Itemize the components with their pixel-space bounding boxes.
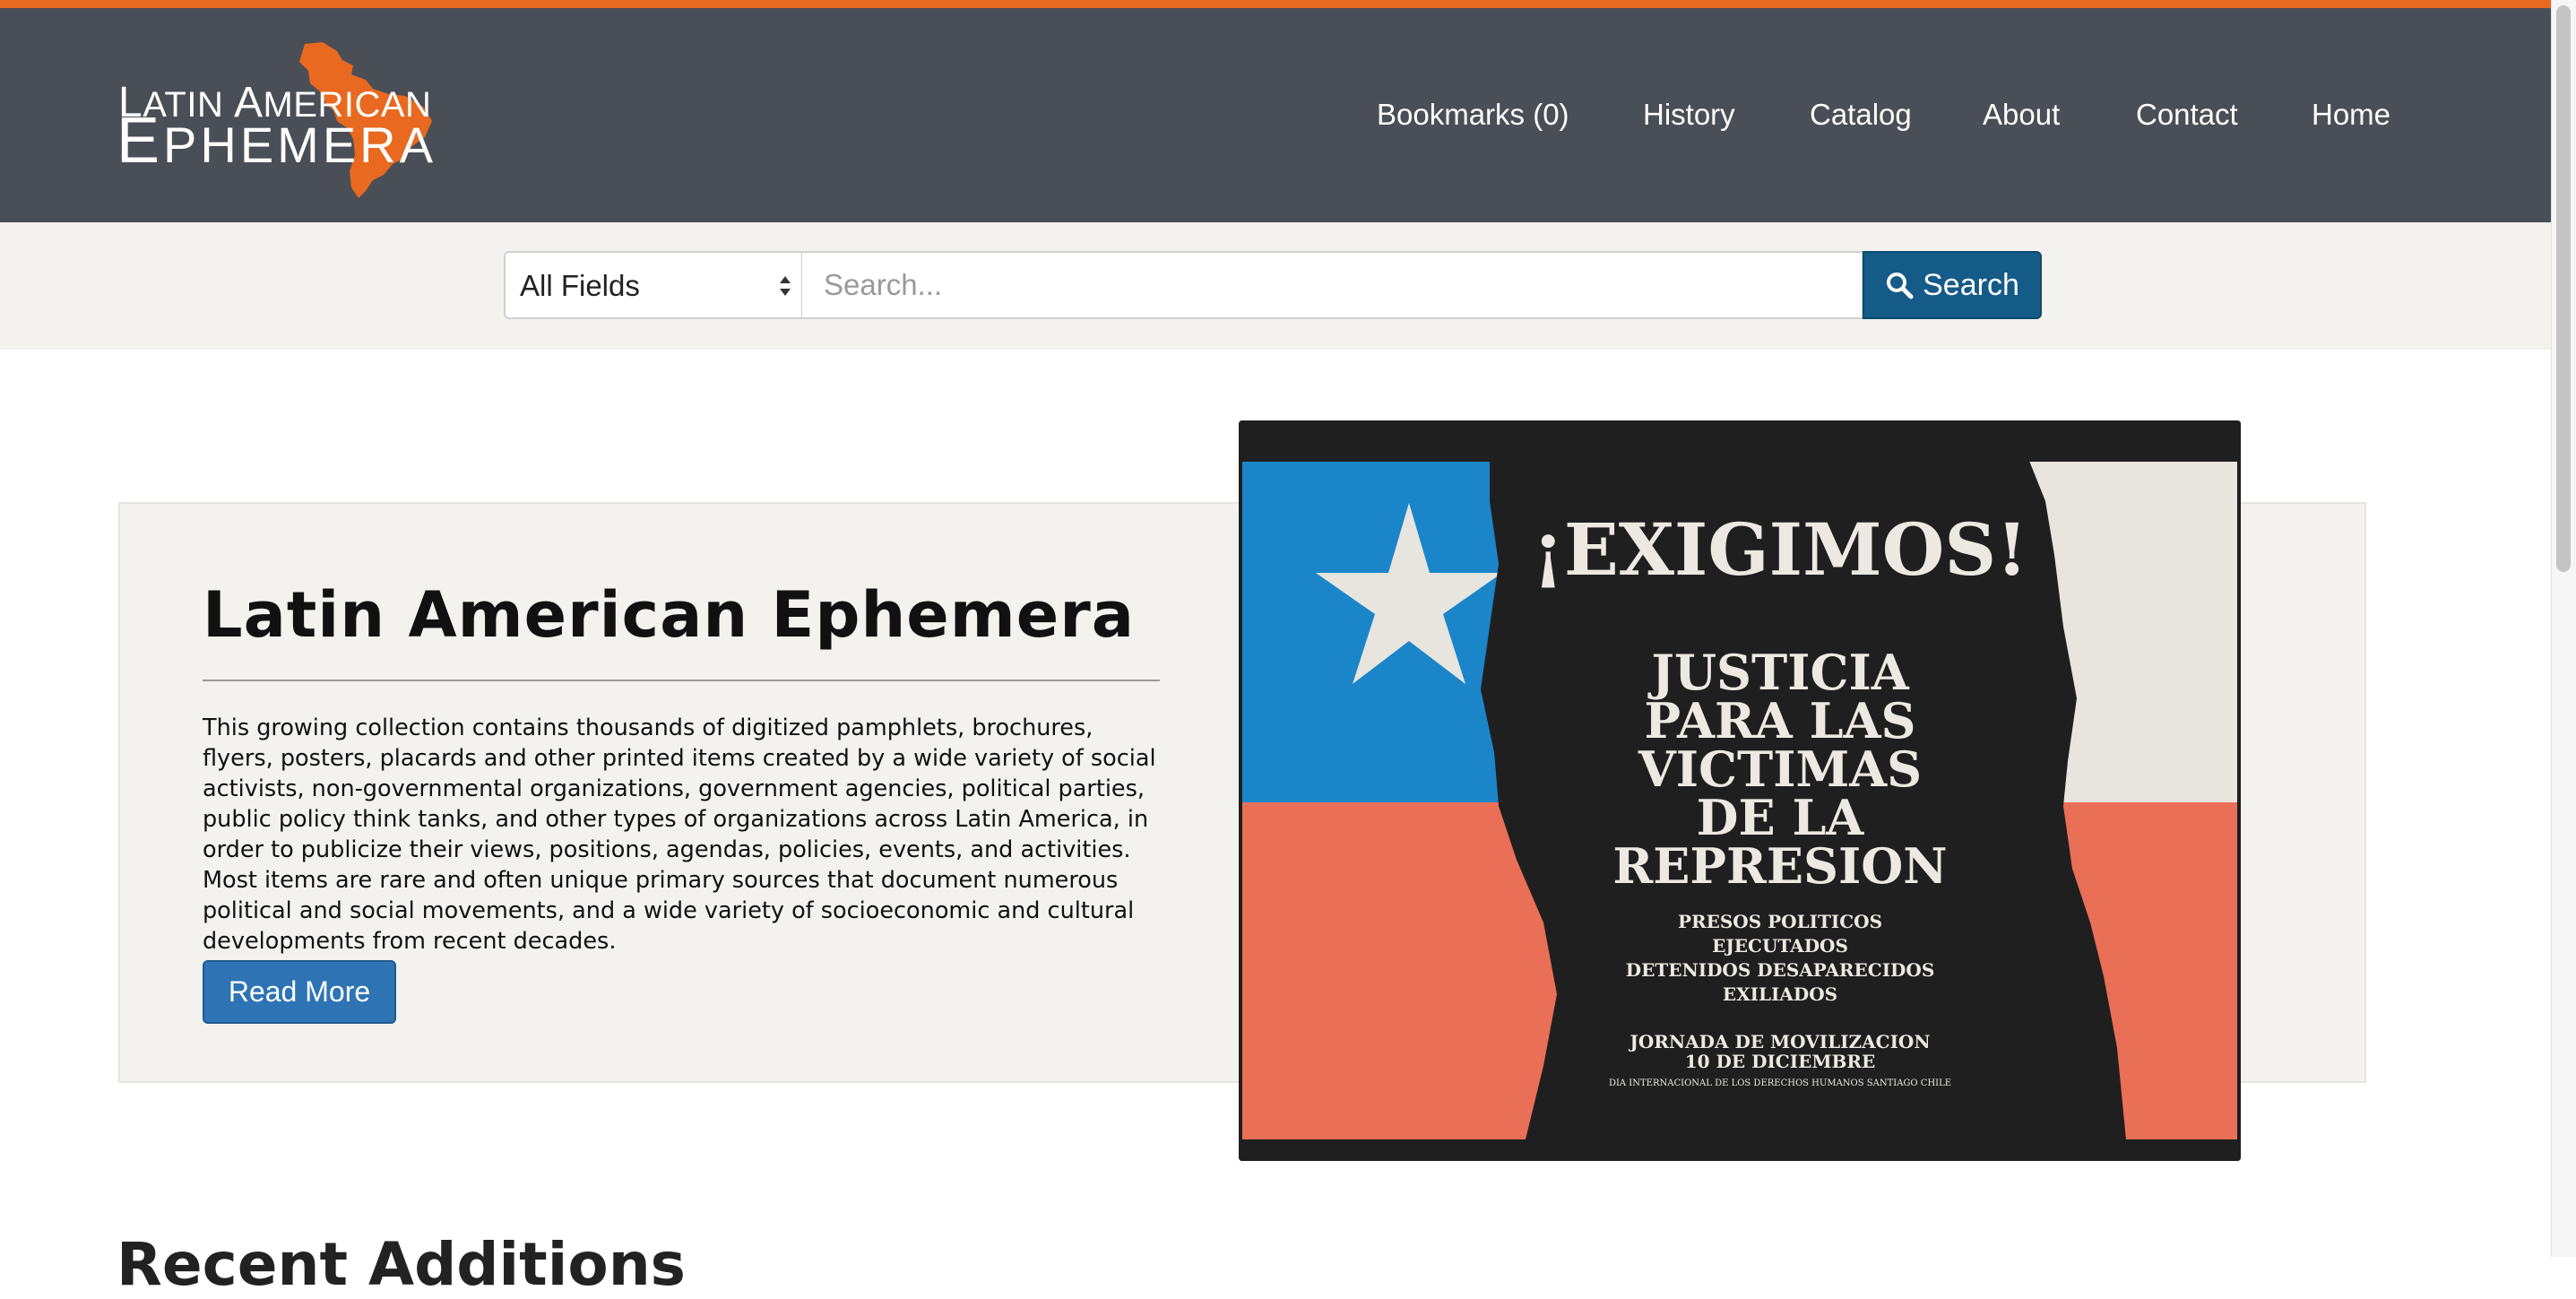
poster-headline: ¡EXIGIMOS! [1533,507,2027,592]
poster-event-line-2: 10 DE DICIEMBRE [1685,1051,1875,1072]
search-field-value: All Fields [520,269,640,302]
poster-sub-line-1: PRESOS POLITICOS [1678,911,1882,932]
site-logo[interactable]: LATIN AMERICAN EPHEMERA [117,33,439,199]
nav-contact[interactable]: Contact [2136,98,2238,132]
poster-footer: DIA INTERNACIONAL DE LOS DERECHOS HUMANO… [1609,1078,1951,1088]
navbar: LATIN AMERICAN EPHEMERA Bookmarks (0) Hi… [0,8,2551,222]
poster-sub-line-2: EJECUTADOS [1712,935,1848,957]
search-field-select[interactable]: All Fields [504,251,803,319]
poster-sub-line-3: DETENIDOS DESAPARECIDOS [1626,959,1935,981]
nav-catalog[interactable]: Catalog [1810,98,1912,132]
nav-history[interactable]: History [1643,98,1735,132]
nav-bookmarks[interactable]: Bookmarks (0) [1377,98,1569,132]
poster-main-line-5: REPRESION [1612,837,1947,895]
nav-home[interactable]: Home [2312,98,2390,132]
hero-description: This growing collection contains thousan… [203,714,1156,955]
select-arrows-icon [780,276,791,296]
top-accent-bar [0,0,2576,8]
logo-line2: EPHEMERA [117,105,437,177]
recent-additions-heading: Recent Additions [117,1230,686,1299]
search-icon [1887,273,1914,299]
featured-poster-image[interactable]: ¡EXIGIMOS! JUSTICIA PARA LAS VICTIMAS DE… [1239,420,2241,1161]
hero-divider [203,680,1160,681]
hero-title: Latin American Ephemera [203,578,1135,652]
search-input[interactable] [802,251,1863,319]
logo-line2-rest: PHEMERA [163,117,437,173]
search-button[interactable]: Search [1863,251,2042,319]
poster-artwork: ¡EXIGIMOS! JUSTICIA PARA LAS VICTIMAS DE… [1239,420,2241,1161]
search-button-label: Search [1923,267,2019,302]
nav-about[interactable]: About [1983,98,2060,132]
scrollbar-thumb[interactable] [2556,5,2571,572]
read-more-button[interactable]: Read More [203,960,396,1024]
poster-event-line-1: JORNADA DE MOVILIZACION [1628,1031,1930,1052]
poster-sub-line-4: EXILIADOS [1723,983,1837,1005]
